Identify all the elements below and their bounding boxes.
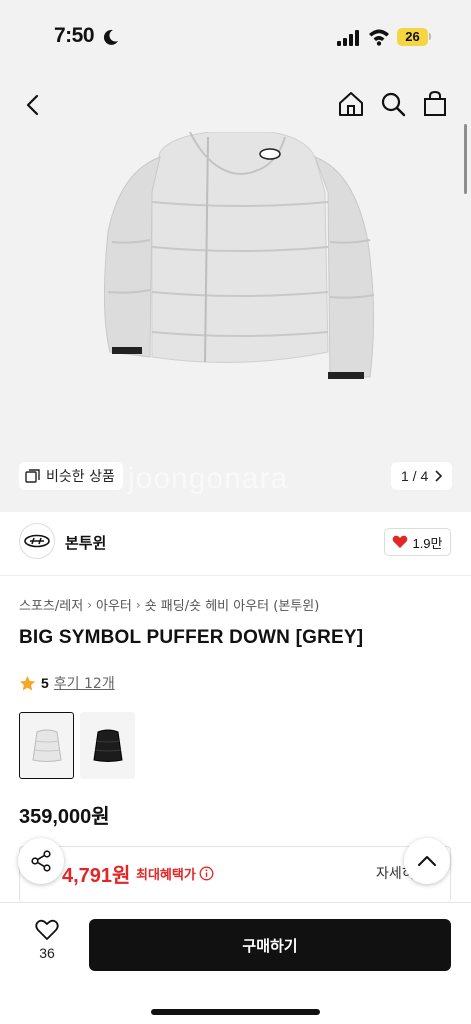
search-icon (381, 92, 406, 117)
breadcrumb: 스포츠/레저 › 아우터 › 숏 패딩/숏 헤비 아우터 (본투윈) (19, 595, 320, 615)
similar-label: 비슷한 상품 (46, 469, 115, 485)
star-icon (19, 675, 36, 690)
home-indicator (151, 1009, 320, 1015)
product-price: 359,000원 (19, 806, 110, 828)
heart-icon (35, 919, 59, 940)
swatch-grey[interactable] (19, 712, 74, 779)
share-icon (31, 850, 51, 872)
buy-button[interactable]: 구매하기 (89, 919, 451, 971)
breadcrumb-item[interactable]: 아우터 (96, 595, 132, 614)
status-bar: 7:50 26 (0, 0, 471, 74)
bag-icon (424, 91, 446, 116)
product-gallery[interactable]: joongonara 비슷한 상품 1 / 4 (0, 74, 471, 512)
page-counter-text: 1 / 4 (401, 468, 429, 484)
rating-score: 5 (41, 675, 49, 691)
scroll-indicator[interactable] (464, 124, 467, 194)
benefit-label-text: 최대혜택가 (136, 868, 196, 883)
wifi-icon (369, 29, 389, 46)
benefit-price: 4,791원 (62, 865, 131, 887)
scroll-top-button[interactable] (404, 838, 450, 884)
watermark: joongonara (128, 462, 289, 495)
info-icon[interactable] (199, 866, 214, 881)
swatch-black[interactable] (80, 712, 135, 779)
chevron-right-icon: › (135, 597, 141, 612)
brand-logo-icon (24, 534, 50, 548)
color-swatches (19, 712, 135, 779)
back-button[interactable] (16, 88, 50, 122)
brand-name[interactable]: 본투윈 (65, 532, 106, 553)
max-benefit-box[interactable]: 4,791원 최대혜택가 자세히 (19, 846, 451, 902)
home-icon (339, 92, 363, 116)
share-button[interactable] (18, 838, 64, 884)
cart-button[interactable] (418, 86, 452, 122)
moon-icon (103, 29, 118, 45)
breadcrumb-item[interactable]: 스포츠/레저 (19, 595, 83, 614)
brand-like-count: 1.9만 (412, 535, 443, 551)
breadcrumb-item[interactable]: 숏 패딩/숏 헤비 아우터 (본투윈) (145, 595, 320, 614)
back-icon (26, 94, 39, 116)
chevron-right-icon: › (87, 597, 92, 612)
chevron-right-icon (435, 470, 443, 482)
signal-icon (337, 30, 359, 46)
brand-logo[interactable] (19, 523, 55, 559)
similar-products-button[interactable]: 비슷한 상품 (19, 462, 123, 490)
brand-row[interactable]: 본투윈 1.9만 (0, 512, 471, 576)
rating-row: 5 후기 12개 (19, 673, 115, 693)
wishlist-count: 36 (39, 945, 55, 961)
wishlist-button[interactable]: 36 (26, 919, 68, 971)
status-time: 7:50 (54, 24, 95, 47)
product-image (103, 132, 375, 379)
home-button[interactable] (334, 86, 368, 122)
bottom-action-bar: 36 구매하기 (0, 902, 471, 1024)
chevron-up-icon (418, 856, 436, 866)
battery-tip (429, 33, 431, 40)
heart-icon (393, 535, 408, 548)
swatch-grey-image (31, 729, 62, 762)
image-page-counter[interactable]: 1 / 4 (391, 462, 453, 490)
product-title: BIG SYMBOL PUFFER DOWN [GREY] (19, 627, 364, 648)
battery-indicator: 26 (397, 28, 428, 46)
benefit-label: 최대혜택가 (136, 864, 214, 883)
similar-icon (25, 468, 40, 483)
swatch-black-image (92, 729, 123, 762)
brand-like-button[interactable]: 1.9만 (384, 528, 451, 556)
review-link[interactable]: 후기 12개 (54, 673, 115, 693)
search-button[interactable] (376, 86, 410, 122)
